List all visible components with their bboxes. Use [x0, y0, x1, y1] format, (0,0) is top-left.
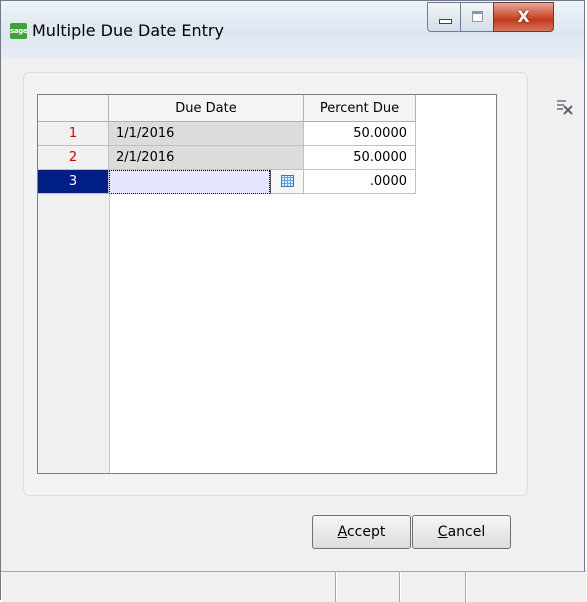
due-date-cell[interactable]: 1/1/2016 [109, 122, 304, 146]
row-number[interactable]: 1 [38, 122, 109, 146]
status-segment [466, 572, 586, 602]
multiple-due-date-entry-window: sage Multiple Due Date Entry X Due Date … [0, 0, 586, 602]
cancel-mnemonic: C [437, 524, 448, 540]
title-bar[interactable]: sage Multiple Due Date Entry X [1, 1, 584, 59]
close-button[interactable]: X [493, 2, 554, 32]
accept-label: ccept [346, 524, 386, 540]
column-header-percent-due[interactable]: Percent Due [304, 95, 416, 122]
row-number[interactable]: 2 [38, 146, 109, 170]
cancel-button[interactable]: Cancel [412, 515, 511, 549]
minimize-button[interactable] [427, 2, 461, 32]
sage-app-icon[interactable]: sage [10, 23, 28, 39]
accept-button[interactable]: Accept [312, 515, 411, 549]
close-icon: X [517, 7, 530, 26]
due-date-edit-input[interactable] [109, 170, 270, 194]
percent-due-cell[interactable]: 50.0000 [304, 122, 416, 146]
percent-due-cell[interactable]: .0000 [304, 170, 416, 194]
column-header-due-date[interactable]: Due Date [109, 95, 304, 122]
row-number-active[interactable]: 3 [38, 170, 109, 194]
due-date-grid[interactable]: Due Date Percent Due 1 1/1/2016 50.0000 … [37, 94, 497, 474]
calendar-icon [281, 175, 294, 187]
maximize-button[interactable] [460, 2, 494, 32]
accept-mnemonic: A [337, 524, 347, 540]
minimize-icon [439, 19, 452, 24]
due-date-cell[interactable]: 2/1/2016 [109, 146, 304, 170]
cancel-label: ancel [447, 524, 486, 540]
status-bar [1, 571, 586, 602]
maximize-icon [472, 11, 483, 22]
status-segment [336, 572, 400, 602]
percent-due-cell[interactable]: 50.0000 [304, 146, 416, 170]
status-segment [1, 572, 336, 602]
calendar-button[interactable] [270, 170, 304, 194]
status-segment [400, 572, 466, 602]
corner-header [38, 95, 109, 122]
clear-grid-icon[interactable] [556, 98, 574, 116]
window-title: Multiple Due Date Entry [32, 21, 224, 40]
